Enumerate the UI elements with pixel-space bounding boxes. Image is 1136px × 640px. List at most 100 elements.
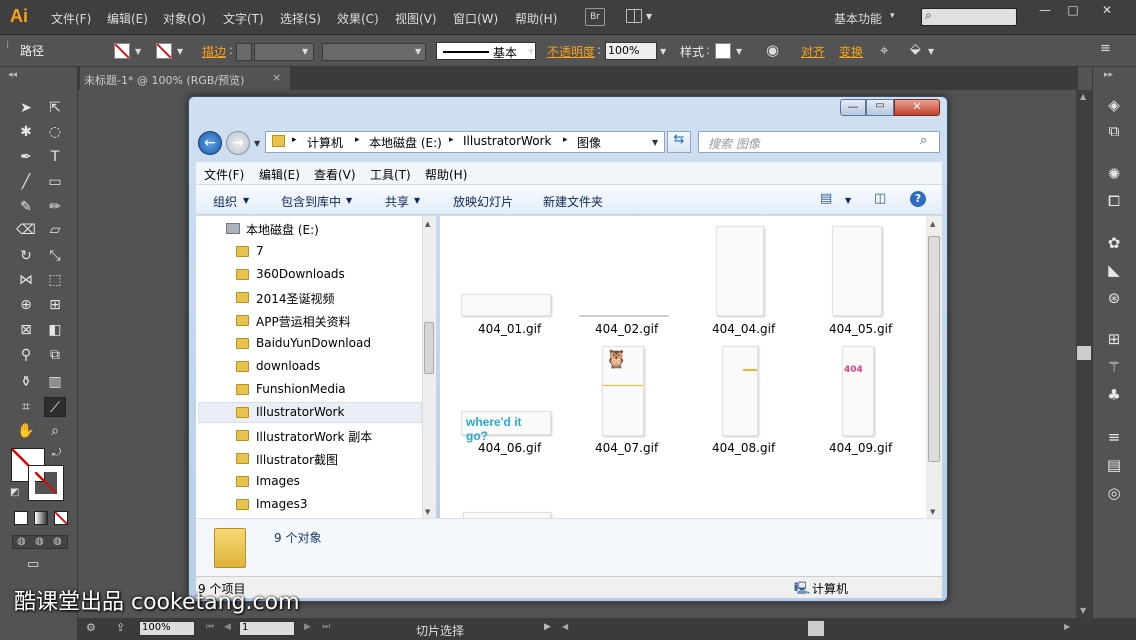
transparency-panel-icon[interactable]: ◎ bbox=[1101, 482, 1127, 504]
draw-inside-icon[interactable]: ◍ bbox=[53, 536, 62, 547]
status-menu-icon[interactable]: ▶ bbox=[544, 622, 551, 632]
layers-panel-icon[interactable]: ◈ bbox=[1101, 94, 1127, 116]
file-scroll-thumb[interactable] bbox=[928, 236, 940, 462]
scroll-right-icon[interactable]: ▶ bbox=[1064, 622, 1070, 631]
gradient-panel-icon[interactable]: ▤ bbox=[1101, 454, 1127, 476]
selection-options-icon[interactable]: ⬙ bbox=[910, 41, 921, 57]
stroke-panel-icon[interactable]: ≡ bbox=[1101, 426, 1127, 448]
breadcrumb-illustratorwork[interactable]: IllustratorWork bbox=[463, 134, 551, 148]
close-tab-icon[interactable]: × bbox=[272, 71, 281, 84]
explorer-menu-file[interactable]: 文件(F) bbox=[204, 166, 244, 183]
artboard-tool-icon[interactable]: ⌗ bbox=[15, 397, 37, 417]
stroke-weight-stepper[interactable] bbox=[236, 43, 252, 61]
last-artboard-icon[interactable]: ⏭ bbox=[322, 622, 330, 632]
include-in-library-button[interactable]: 包含到库中 bbox=[281, 193, 341, 210]
stroke-swatch-dropdown-icon[interactable]: ▼ bbox=[177, 47, 183, 56]
explorer-maximize-button[interactable]: ▭ bbox=[866, 99, 894, 116]
explorer-menu-edit[interactable]: 编辑(E) bbox=[259, 166, 300, 183]
nav-item-folder[interactable]: 2014圣诞视频 bbox=[256, 290, 335, 307]
thumbnail-404-05[interactable] bbox=[832, 226, 882, 316]
artboards-panel-icon[interactable]: ⧉ bbox=[1101, 120, 1127, 142]
transform-label[interactable]: 变换 bbox=[839, 43, 863, 60]
nav-item-folder[interactable]: downloads bbox=[256, 359, 320, 373]
file-name[interactable]: 404_02.gif bbox=[595, 322, 658, 336]
nav-item-folder[interactable]: Images bbox=[256, 474, 300, 488]
direct-selection-tool-icon[interactable]: ⇱ bbox=[44, 98, 66, 118]
graphic-style-dropdown-icon[interactable]: ▼ bbox=[736, 47, 742, 56]
none-mode-icon[interactable] bbox=[54, 511, 68, 525]
address-dropdown-icon[interactable]: ▼ bbox=[652, 138, 658, 147]
document-tab-title[interactable]: 未标题-1* @ 100% (RGB/预览) bbox=[84, 72, 244, 88]
swatches-panel-icon[interactable]: ⊞ bbox=[1101, 328, 1127, 350]
explorer-minimize-button[interactable]: — bbox=[840, 99, 866, 116]
menu-window[interactable]: 窗口(W) bbox=[453, 10, 498, 27]
control-panel-menu-icon[interactable]: ≡ bbox=[1100, 41, 1111, 56]
align-label[interactable]: 对齐 bbox=[801, 43, 825, 60]
color-guide-panel-icon[interactable]: ◣ bbox=[1101, 259, 1127, 281]
new-folder-button[interactable]: 新建文件夹 bbox=[543, 193, 603, 210]
selection-options-dropdown-icon[interactable]: ▼ bbox=[928, 47, 934, 56]
recent-pages-icon[interactable]: ▼ bbox=[254, 139, 260, 148]
thumbnail-404-07[interactable]: 🦉 bbox=[602, 346, 644, 436]
blend-tool-icon[interactable]: ⧉ bbox=[44, 345, 66, 365]
help-search-input[interactable] bbox=[921, 8, 1017, 26]
slice-tool-icon[interactable]: ⟋ bbox=[44, 397, 66, 417]
fill-dropdown-icon[interactable]: ▼ bbox=[135, 47, 141, 56]
refresh-icon[interactable]: ⇆ bbox=[667, 131, 691, 153]
blob-brush-tool-icon[interactable]: ⌫ bbox=[15, 220, 37, 240]
profile-dropdown-icon[interactable]: ▼ bbox=[415, 47, 421, 56]
column-graph-tool-icon[interactable]: ▥ bbox=[44, 372, 66, 392]
opacity-label[interactable]: 不透明度 bbox=[547, 43, 595, 60]
breadcrumb-images[interactable]: 图像 bbox=[577, 134, 601, 151]
opacity-dropdown-icon[interactable]: ▼ bbox=[660, 47, 666, 56]
menu-file[interactable]: 文件(F) bbox=[51, 10, 91, 27]
rotate-tool-icon[interactable]: ↻ bbox=[15, 246, 37, 266]
file-name[interactable]: 404_08.gif bbox=[712, 441, 775, 455]
zoom-dropdown-icon[interactable]: ▼ bbox=[185, 624, 191, 633]
artboard-dropdown-icon[interactable]: ▼ bbox=[285, 624, 291, 633]
nav-item-folder[interactable]: APP营运相关资料 bbox=[256, 313, 351, 330]
thumbnail-404-09[interactable]: 404 bbox=[842, 346, 874, 436]
brush-dropdown-icon[interactable]: ▼ bbox=[528, 47, 534, 56]
graphic-style-swatch[interactable] bbox=[715, 43, 731, 59]
brushes-panel-icon[interactable]: ⚚ bbox=[1101, 356, 1127, 378]
view-dropdown-icon[interactable]: ▼ bbox=[845, 196, 851, 205]
rectangle-tool-icon[interactable]: ▭ bbox=[44, 172, 66, 192]
width-tool-icon[interactable]: ⋈ bbox=[15, 270, 37, 290]
stroke-weight-dropdown-icon[interactable]: ▼ bbox=[302, 47, 308, 56]
share-icon[interactable]: ⇪ bbox=[116, 621, 125, 634]
menu-select[interactable]: 选择(S) bbox=[280, 10, 321, 27]
gpu-icon[interactable]: ⚙ bbox=[86, 621, 96, 634]
breadcrumb-drive[interactable]: 本地磁盘 (E:) bbox=[369, 134, 442, 151]
brush-definition[interactable]: 基本 bbox=[436, 42, 536, 60]
vertical-scroll-thumb[interactable] bbox=[1077, 346, 1091, 360]
recolor-artwork-icon[interactable]: ◉ bbox=[766, 41, 779, 59]
close-button[interactable]: ✕ bbox=[1094, 3, 1120, 21]
shape-builder-tool-icon[interactable]: ⊕ bbox=[15, 295, 37, 315]
minimize-button[interactable]: — bbox=[1032, 3, 1058, 21]
change-view-icon[interactable]: ▤ bbox=[820, 191, 832, 206]
scroll-up-icon[interactable]: ▲ bbox=[1080, 92, 1086, 101]
menu-object[interactable]: 对象(O) bbox=[163, 10, 206, 27]
variable-width-profile[interactable] bbox=[322, 43, 426, 61]
symbol-sprayer-tool-icon[interactable]: ⚱ bbox=[15, 372, 37, 392]
draw-normal-icon[interactable]: ◍ bbox=[17, 536, 26, 547]
stroke-color-swatch[interactable] bbox=[28, 465, 64, 501]
type-tool-icon[interactable]: T bbox=[44, 147, 66, 167]
search-icon[interactable]: ⌕ bbox=[920, 133, 927, 148]
nav-item-folder[interactable]: 7 bbox=[256, 244, 264, 258]
share-button[interactable]: 共享 bbox=[385, 193, 409, 210]
hand-tool-icon[interactable]: ✋ bbox=[15, 421, 37, 441]
collapse-tools-icon[interactable]: ◂◂ bbox=[8, 70, 17, 80]
nav-item-drive[interactable]: 本地磁盘 (E:) bbox=[246, 221, 319, 238]
symbols-panel-icon[interactable]: ♣ bbox=[1101, 384, 1127, 406]
transform-panel-icon[interactable]: ⧠ bbox=[1101, 190, 1127, 212]
scroll-left-icon[interactable]: ◀ bbox=[562, 622, 568, 631]
nav-item-folder[interactable]: FunshionMedia bbox=[256, 382, 346, 396]
next-artboard-icon[interactable]: ▶ bbox=[304, 622, 311, 632]
arrange-dropdown-icon[interactable]: ▼ bbox=[646, 12, 652, 21]
share-dropdown-icon[interactable]: ▼ bbox=[414, 196, 420, 205]
drawing-modes[interactable]: ◍ ◍ ◍ bbox=[12, 535, 68, 549]
file-name[interactable]: 404_01.gif bbox=[478, 322, 541, 336]
menu-edit[interactable]: 编辑(E) bbox=[107, 10, 148, 27]
